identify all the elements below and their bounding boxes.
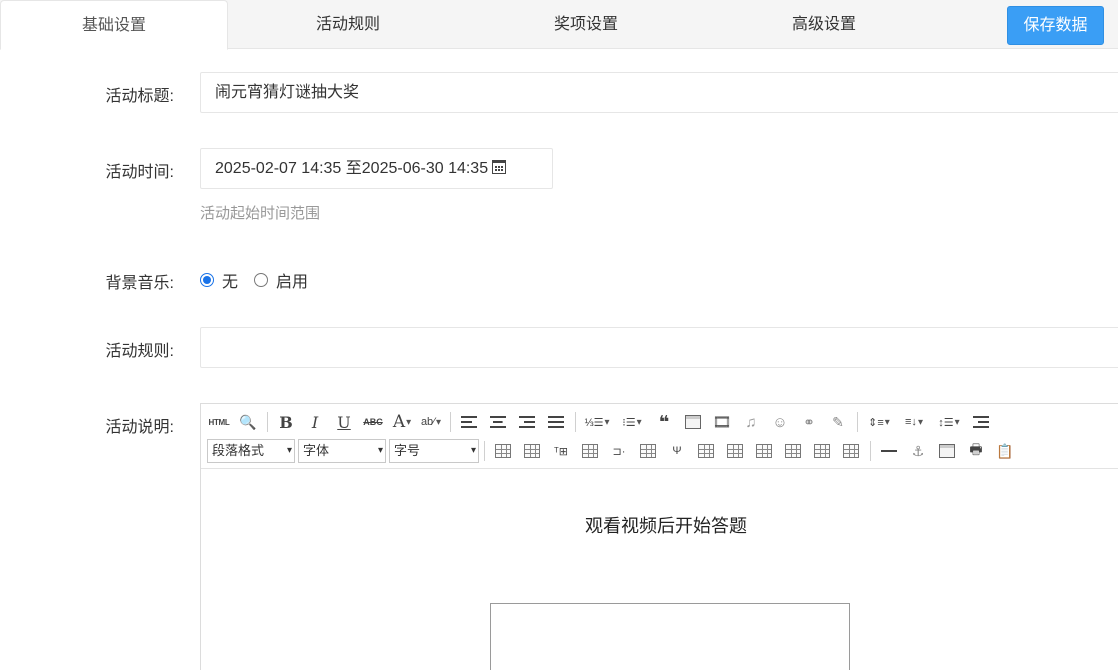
eraser-icon[interactable]: ✎: [826, 411, 850, 433]
music-option-none[interactable]: 无: [200, 268, 238, 292]
merge-down-icon[interactable]: [752, 440, 776, 462]
split-cols-icon[interactable]: [839, 440, 863, 462]
row-spacing-icon[interactable]: ↕☰: [934, 411, 964, 433]
image-icon[interactable]: [681, 411, 705, 433]
italic-icon[interactable]: I: [303, 411, 327, 433]
time-label: 活动时间:: [105, 164, 174, 181]
music-radio-group: 无 启用: [200, 268, 324, 292]
rich-text-editor: HTML 🔍 B I U ABC A ab⁄ ⅓☰ ⁝☰ ❝ 🎞 ♫ ☺ ⚭ ✎: [200, 403, 1118, 670]
font-family-select[interactable]: 字体: [298, 439, 386, 463]
delete-col-icon[interactable]: Ψ: [665, 440, 689, 462]
align-center-icon[interactable]: [486, 411, 510, 433]
toolbar-row-1: HTML 🔍 B I U ABC A ab⁄ ⅓☰ ⁝☰ ❝ 🎞 ♫ ☺ ⚭ ✎: [207, 409, 998, 435]
delete-table-icon[interactable]: [520, 440, 544, 462]
highlight-icon[interactable]: ab⁄: [419, 411, 443, 433]
music-option-enable[interactable]: 启用: [254, 268, 308, 292]
rules-input[interactable]: [200, 327, 1118, 368]
music-icon[interactable]: ♫: [739, 411, 763, 433]
rules-label: 活动规则:: [105, 343, 174, 360]
paragraph-format-select[interactable]: 段落格式: [207, 439, 295, 463]
time-range-value: 2025-02-07 14:35 至2025-06-30 14:35: [215, 160, 489, 177]
insert-table-icon[interactable]: [491, 440, 515, 462]
insert-row-icon[interactable]: [578, 440, 602, 462]
toolbar-divider: [267, 412, 268, 432]
time-range-input[interactable]: 2025-02-07 14:35 至2025-06-30 14:35: [200, 148, 553, 189]
title-label: 活动标题:: [105, 88, 174, 105]
editor-heading: 观看视频后开始答题: [585, 516, 747, 536]
split-cells-icon[interactable]: [781, 440, 805, 462]
anchor-icon[interactable]: ⚓: [906, 440, 930, 462]
music-label: 背景音乐:: [105, 275, 174, 292]
tab-activity-rules[interactable]: 活动规则: [228, 0, 468, 49]
toolbar-divider: [450, 412, 451, 432]
toolbar-divider: [870, 441, 871, 461]
blockquote-icon[interactable]: ❝: [652, 411, 676, 433]
save-data-button[interactable]: 保存数据: [1007, 6, 1104, 45]
image-float-icon[interactable]: [935, 440, 959, 462]
paragraph-spacing-icon[interactable]: ≡↓: [899, 411, 929, 433]
align-justify-icon[interactable]: [544, 411, 568, 433]
delete-row-icon[interactable]: ⊐·: [607, 440, 631, 462]
indent-icon[interactable]: [969, 411, 993, 433]
music-option-enable-label: 启用: [276, 274, 309, 291]
horizontal-rule-icon[interactable]: [877, 440, 901, 462]
insert-col-icon[interactable]: [636, 440, 660, 462]
font-color-icon[interactable]: A: [390, 411, 414, 433]
editor-toolbar: HTML 🔍 B I U ABC A ab⁄ ⅓☰ ⁝☰ ❝ 🎞 ♫ ☺ ⚭ ✎: [201, 404, 1118, 469]
calendar-icon[interactable]: [492, 160, 507, 174]
video-icon[interactable]: 🎞: [710, 411, 734, 433]
toolbar-divider: [857, 412, 858, 432]
radio-enable[interactable]: [254, 273, 269, 287]
font-size-select[interactable]: 字号: [389, 439, 479, 463]
time-hint: 活动起始时间范围: [200, 205, 321, 222]
toolbar-row-2: 段落格式 字体 字号 ᵀ⊞ ⊐· Ψ ⚓ 🖶 📋: [207, 438, 1022, 464]
link-icon[interactable]: ⚭: [797, 411, 821, 433]
split-rows-icon[interactable]: [810, 440, 834, 462]
ordered-list-icon[interactable]: ⅓☰: [582, 411, 612, 433]
music-option-none-label: 无: [222, 274, 239, 291]
bold-icon[interactable]: B: [274, 411, 298, 433]
tab-basic-settings[interactable]: 基础设置: [0, 0, 228, 50]
align-left-icon[interactable]: [457, 411, 481, 433]
emoticon-icon[interactable]: ☺: [768, 411, 792, 433]
html-source-icon[interactable]: HTML: [207, 411, 231, 433]
tab-bar: 基础设置 活动规则 奖项设置 高级设置 保存数据: [0, 0, 1118, 50]
radio-none[interactable]: [200, 273, 214, 287]
paste-icon[interactable]: 📋: [993, 440, 1017, 462]
toolbar-divider: [575, 412, 576, 432]
merge-right-icon[interactable]: [723, 440, 747, 462]
underline-icon[interactable]: U: [332, 411, 356, 433]
title-input-value: 闹元宵猜灯谜抽大奖: [215, 84, 360, 101]
title-input[interactable]: 闹元宵猜灯谜抽大奖: [200, 72, 1118, 113]
description-label: 活动说明:: [105, 419, 174, 436]
tab-advanced-settings[interactable]: 高级设置: [704, 0, 944, 49]
line-height-icon[interactable]: ⇕≡: [864, 411, 894, 433]
preview-search-icon[interactable]: 🔍: [236, 411, 260, 433]
toolbar-divider: [484, 441, 485, 461]
table-title-icon[interactable]: ᵀ⊞: [549, 440, 573, 462]
tab-prize-settings[interactable]: 奖项设置: [468, 0, 704, 49]
align-right-icon[interactable]: [515, 411, 539, 433]
unordered-list-icon[interactable]: ⁝☰: [617, 411, 647, 433]
editor-content-area[interactable]: 观看视频后开始答题: [201, 470, 1118, 670]
merge-cells-icon[interactable]: [694, 440, 718, 462]
embedded-video-frame[interactable]: [490, 603, 850, 670]
print-icon[interactable]: 🖶: [964, 440, 988, 462]
strikethrough-icon[interactable]: ABC: [361, 411, 385, 433]
